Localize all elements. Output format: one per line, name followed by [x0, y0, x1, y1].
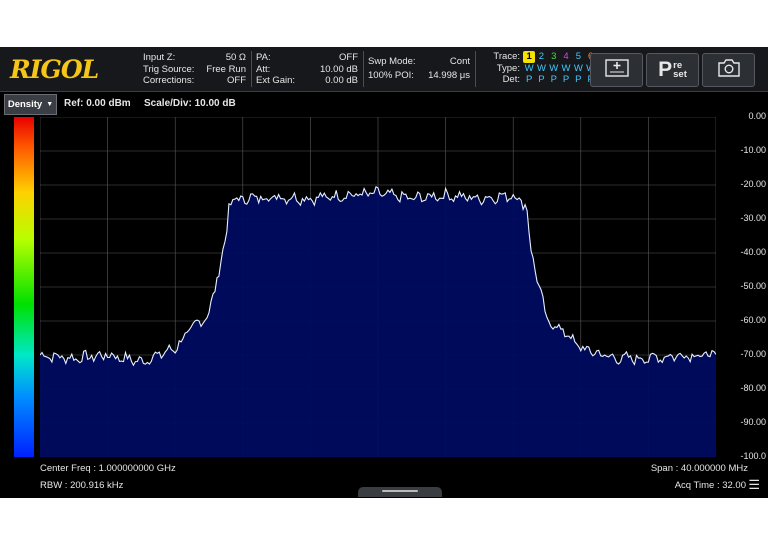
trace-number-4[interactable]: 4 [560, 51, 572, 63]
menu-lines-icon[interactable]: ☰ [748, 477, 760, 493]
trace-number-5[interactable]: 5 [572, 51, 584, 63]
trace-det-3: P [550, 74, 557, 85]
span-readout[interactable]: Span : 40.000000 MHz [651, 463, 748, 474]
y-tick-label: -100.0 [740, 451, 766, 461]
trace-type-1: W [524, 62, 534, 74]
params-sweep-group[interactable]: Swp Mode: Cont 100% POI: 14.998 μs [368, 55, 470, 83]
params-input-group[interactable]: Input Z: 50 Ω Trig Source: Free Run Correc… [143, 52, 246, 87]
density-dropdown[interactable]: Density ▼ [4, 94, 57, 115]
scale-per-div[interactable]: Scale/Div: 10.00 dB [144, 98, 236, 109]
spectrum-chart [39, 116, 717, 458]
analyzer-screen: RIGOL Input Z: 50 Ω Trig Source: Free Run … [0, 47, 768, 498]
top-status-bar: RIGOL Input Z: 50 Ω Trig Source: Free Run … [0, 47, 768, 92]
trace-det-5: P [575, 74, 582, 85]
ref-level[interactable]: Ref: 0.00 dBm [64, 98, 131, 109]
view-add-icon [604, 57, 630, 84]
spectrum-plot[interactable] [39, 116, 717, 458]
y-tick-label: -50.00 [740, 281, 766, 291]
camera-icon [716, 57, 742, 84]
trace-number-3[interactable]: 3 [548, 51, 560, 63]
params-amplitude-group[interactable]: PA: OFF Att: 10.00 dB Ext Gain: 0.00 dB [256, 52, 358, 87]
rigol-logo: RIGOL [10, 55, 99, 84]
y-tick-label: -30.00 [740, 213, 766, 223]
trace-status-panel[interactable]: Trace:123456 Type:WWWWWW Det:PPPPPP [482, 51, 597, 86]
rbw-readout[interactable]: RBW : 200.916 kHz [40, 480, 123, 491]
trace-number-1[interactable]: 1 [523, 51, 536, 63]
y-tick-label: -70.00 [740, 349, 766, 359]
trace-number-2[interactable]: 2 [535, 51, 547, 63]
y-tick-label: -60.00 [740, 315, 766, 325]
divider [475, 51, 476, 87]
acq-time-readout[interactable]: Acq Time : 32.00 [675, 480, 746, 491]
preset-label: P re set [658, 58, 687, 81]
chevron-down-icon: ▼ [46, 101, 54, 108]
trace-type-2: W [536, 62, 546, 74]
y-tick-label: 0.00 [748, 111, 766, 121]
density-color-bar [14, 117, 34, 457]
y-tick-label: -20.00 [740, 179, 766, 189]
trace-det-2: P [538, 74, 545, 85]
view-add-button[interactable] [590, 53, 643, 87]
screenshot-button[interactable] [702, 53, 755, 87]
y-tick-label: -40.00 [740, 247, 766, 257]
bottom-drawer-handle[interactable] [358, 487, 442, 497]
trace-type-5: W [573, 62, 583, 74]
divider [251, 51, 252, 87]
y-tick-label: -10.00 [740, 145, 766, 155]
y-tick-label: -80.00 [740, 383, 766, 393]
trace-det-4: P [562, 74, 570, 85]
spectrum-density-area [40, 186, 716, 458]
center-frequency[interactable]: Center Freq : 1.000000000 GHz [40, 463, 176, 474]
divider [363, 51, 364, 87]
trace-type-3: W [549, 62, 559, 74]
trace-type-4: W [561, 62, 571, 74]
trace-det-1: P [525, 74, 533, 85]
y-tick-label: -90.00 [740, 417, 766, 427]
preset-button[interactable]: P re set [646, 53, 699, 87]
sub-bar: Density ▼ Ref: 0.00 dBm Scale/Div: 10.00… [0, 93, 768, 115]
